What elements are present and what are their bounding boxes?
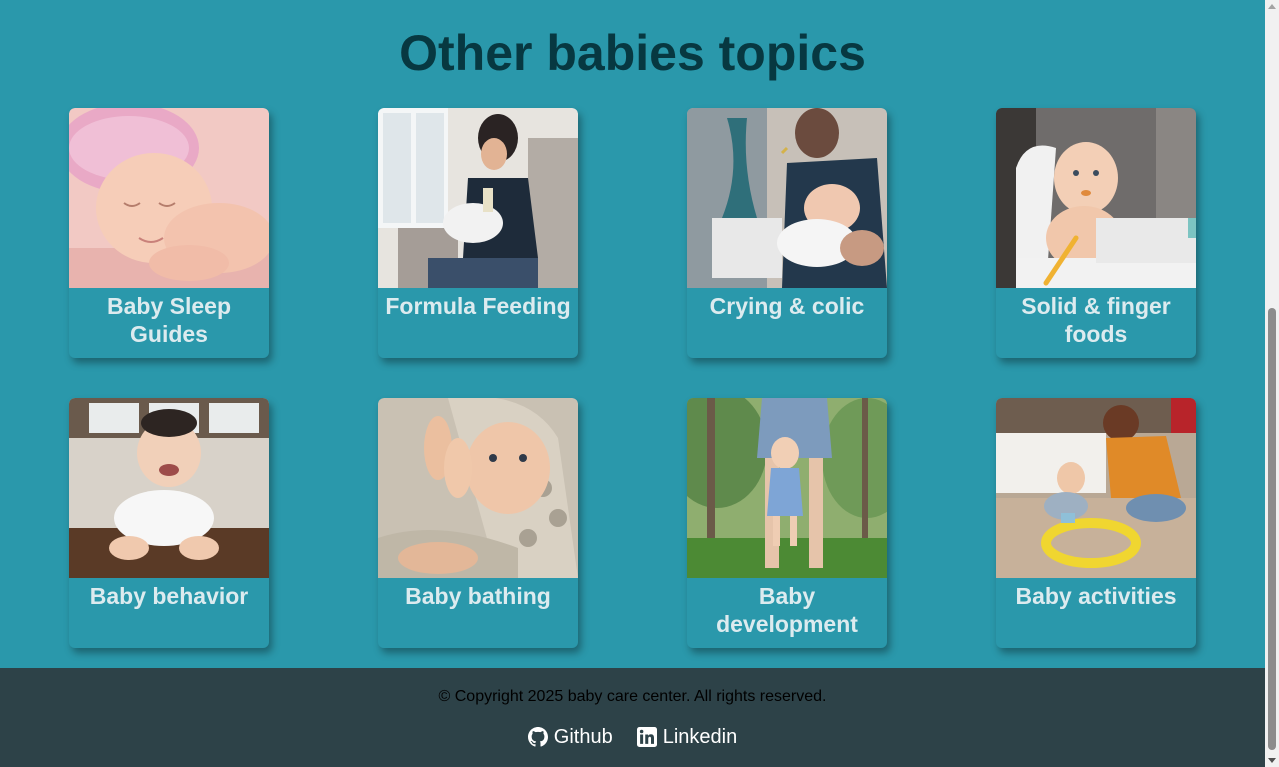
topic-card-crying-colic[interactable]: Crying & colic: [687, 108, 887, 358]
copyright-text: © Copyright 2025 baby care center. All r…: [438, 688, 827, 705]
topic-card-bathing[interactable]: Baby bathing: [378, 398, 578, 648]
topic-card-behavior[interactable]: Baby behavior: [69, 398, 269, 648]
topic-card-solid-foods[interactable]: Solid & finger foods: [996, 108, 1196, 358]
github-label: Github: [553, 726, 613, 748]
page-title: Other babies topics: [399, 25, 866, 81]
linkedin-label: Linkedin: [662, 726, 738, 748]
crying-baby-image: [687, 108, 887, 288]
topic-label: Baby Sleep Guides: [107, 293, 231, 347]
topic-card-development[interactable]: Baby development: [687, 398, 887, 648]
social-links: Github Linkedin: [0, 725, 1265, 749]
topic-label: Formula Feeding: [385, 293, 571, 319]
bottle-feeding-image: [378, 108, 578, 288]
linkedin-icon: [636, 727, 657, 747]
footer: © Copyright 2025 baby care center. All r…: [0, 668, 1265, 767]
topic-label: Baby activities: [1015, 583, 1177, 609]
topic-card-formula-feeding[interactable]: Formula Feeding: [378, 108, 578, 358]
topic-label: Crying & colic: [709, 293, 865, 319]
scrollbar[interactable]: [1265, 0, 1279, 767]
play-track-image: [996, 398, 1196, 578]
topic-label: Baby development: [716, 583, 858, 637]
scroll-up-arrow-icon[interactable]: [1268, 4, 1276, 9]
topic-label: Baby bathing: [405, 583, 551, 609]
topic-label: Solid & finger foods: [1021, 293, 1171, 347]
high-chair-baby-image: [996, 108, 1196, 288]
github-icon: [527, 727, 548, 747]
github-link[interactable]: Github: [527, 725, 613, 749]
walking-baby-image: [687, 398, 887, 578]
topic-label: Baby behavior: [89, 583, 249, 609]
laughing-baby-image: [69, 398, 269, 578]
baby-towel-image: [378, 398, 578, 578]
topics-grid: Baby Sleep Guides Formula Feeding Crying…: [69, 108, 1196, 648]
scroll-down-arrow-icon[interactable]: [1268, 758, 1276, 763]
linkedin-link[interactable]: Linkedin: [636, 725, 738, 749]
sleeping-baby-image: [69, 108, 269, 288]
topic-card-activities[interactable]: Baby activities: [996, 398, 1196, 648]
page: Other babies topics Baby Sleep Guides Fo…: [0, 0, 1265, 767]
topic-card-sleep[interactable]: Baby Sleep Guides: [69, 108, 269, 358]
scrollbar-thumb[interactable]: [1268, 308, 1276, 750]
